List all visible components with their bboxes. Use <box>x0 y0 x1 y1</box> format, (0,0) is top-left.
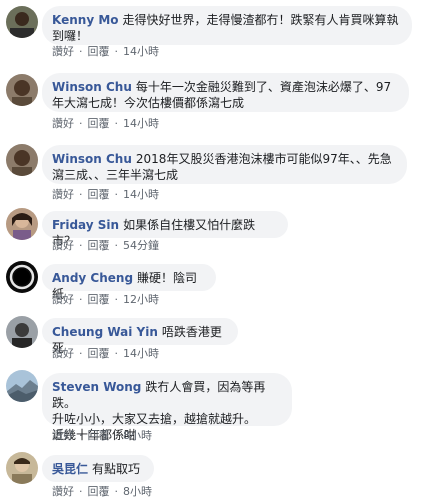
avatar[interactable] <box>6 6 38 38</box>
separator: · <box>114 188 119 201</box>
like-button[interactable]: 讚好 <box>52 429 74 442</box>
comment-bubble: Winson Chu 每十年一次金融災難到了、資產泡沫必爆了、97年大瀉七成！今次… <box>42 73 409 112</box>
like-button[interactable]: 讚好 <box>52 117 74 130</box>
comment-text: Kenny Mo 走得快好世界，走得慢渣都冇！跌緊有人肯買咪算執到囉！ <box>52 12 400 44</box>
comment-text: 吳昆仁 有點取巧 <box>52 461 142 477</box>
reply-button[interactable]: 回覆 <box>88 429 110 442</box>
reply-button[interactable]: 回覆 <box>88 117 110 130</box>
like-button[interactable]: 讚好 <box>52 293 74 306</box>
comment-bubble: Steven Wong 跌冇人會買，因為等再跌。 升咗小小，大家又去搶，越搶就越升… <box>42 373 292 442</box>
comment-actions: 讚好 · 回覆 · 12小時 <box>52 293 159 307</box>
comment-timestamp[interactable]: 8小時 <box>123 429 152 442</box>
comment-actions: 讚好 · 回覆 · 14小時 <box>52 347 159 361</box>
separator: · <box>114 239 119 252</box>
comment-author[interactable]: Friday Sin <box>52 218 119 232</box>
like-button[interactable]: 讚好 <box>52 239 74 252</box>
comment-author[interactable]: Kenny Mo <box>52 13 119 27</box>
comment-actions: 讚好 · 回覆 · 14小時 <box>52 188 159 202</box>
comment-author[interactable]: Winson Chu <box>52 152 132 166</box>
comment-timestamp[interactable]: 8小時 <box>123 485 152 498</box>
separator: · <box>79 239 83 252</box>
avatar[interactable] <box>6 452 38 484</box>
reply-button[interactable]: 回覆 <box>88 347 110 360</box>
reply-button[interactable]: 回覆 <box>88 485 110 498</box>
reply-button[interactable]: 回覆 <box>88 239 110 252</box>
comment-actions: 讚好 · 回覆 · 14小時 <box>52 45 159 59</box>
comment-timestamp[interactable]: 14小時 <box>123 188 159 201</box>
comment-timestamp[interactable]: 14小時 <box>123 45 159 58</box>
comment-body: 有點取巧 <box>92 462 141 476</box>
separator: · <box>79 188 83 201</box>
like-button[interactable]: 讚好 <box>52 347 74 360</box>
separator: · <box>114 429 119 442</box>
comment-author[interactable]: Winson Chu <box>52 80 132 94</box>
comment-text: Winson Chu 每十年一次金融災難到了、資產泡沫必爆了、97年大瀉七成！今次… <box>52 79 397 111</box>
comment-bubble: Cheung Wai Yin 唔跌香港更死 <box>42 318 238 355</box>
comment-bubble: 吳昆仁 有點取巧 <box>42 455 154 482</box>
comment-actions: 讚好 · 回覆 · 8小時 <box>52 429 152 443</box>
separator: · <box>79 117 83 130</box>
avatar[interactable] <box>6 144 38 176</box>
comment-timestamp[interactable]: 12小時 <box>123 293 159 306</box>
comment-timestamp[interactable]: 54分鐘 <box>123 239 159 252</box>
comment-timestamp[interactable]: 14小時 <box>123 347 159 360</box>
comment-timestamp[interactable]: 14小時 <box>123 117 159 130</box>
comment-actions: 讚好 · 回覆 · 54分鐘 <box>52 239 159 253</box>
like-button[interactable]: 讚好 <box>52 45 74 58</box>
separator: · <box>114 347 119 360</box>
avatar[interactable] <box>6 316 38 348</box>
like-button[interactable]: 讚好 <box>52 188 74 201</box>
separator: · <box>79 429 83 442</box>
avatar[interactable] <box>6 370 38 402</box>
comment-author[interactable]: Cheung Wai Yin <box>52 325 158 339</box>
reply-button[interactable]: 回覆 <box>88 188 110 201</box>
comment-bubble: Kenny Mo 走得快好世界，走得慢渣都冇！跌緊有人肯買咪算執到囉！ <box>42 6 412 45</box>
comment-bubble: Andy Cheng 賺硬！陰司紙 <box>42 264 216 301</box>
comment-author[interactable]: 吳昆仁 <box>52 462 88 476</box>
separator: · <box>79 293 83 306</box>
comment-author[interactable]: Andy Cheng <box>52 271 133 285</box>
comment-bubble: Friday Sin 如果係自住樓又怕什麼跌市？ <box>42 211 288 248</box>
comment-actions: 讚好 · 回覆 · 8小時 <box>52 485 152 499</box>
like-button[interactable]: 讚好 <box>52 485 74 498</box>
reply-button[interactable]: 回覆 <box>88 45 110 58</box>
comment-bubble: Winson Chu 2018年又股災香港泡沫樓市可能似97年、、先急瀉三成、、三… <box>42 145 407 184</box>
separator: · <box>79 347 83 360</box>
reply-button[interactable]: 回覆 <box>88 293 110 306</box>
comment-text: Winson Chu 2018年又股災香港泡沫樓市可能似97年、、先急瀉三成、、三… <box>52 151 395 183</box>
avatar[interactable] <box>6 74 38 106</box>
separator: · <box>114 293 119 306</box>
separator: · <box>114 117 119 130</box>
avatar[interactable] <box>6 261 38 293</box>
separator: · <box>79 45 83 58</box>
separator: · <box>79 485 83 498</box>
avatar[interactable] <box>6 208 38 240</box>
separator: · <box>114 45 119 58</box>
comment-author[interactable]: Steven Wong <box>52 380 141 394</box>
separator: · <box>114 485 119 498</box>
comment-actions: 讚好 · 回覆 · 14小時 <box>52 117 159 131</box>
